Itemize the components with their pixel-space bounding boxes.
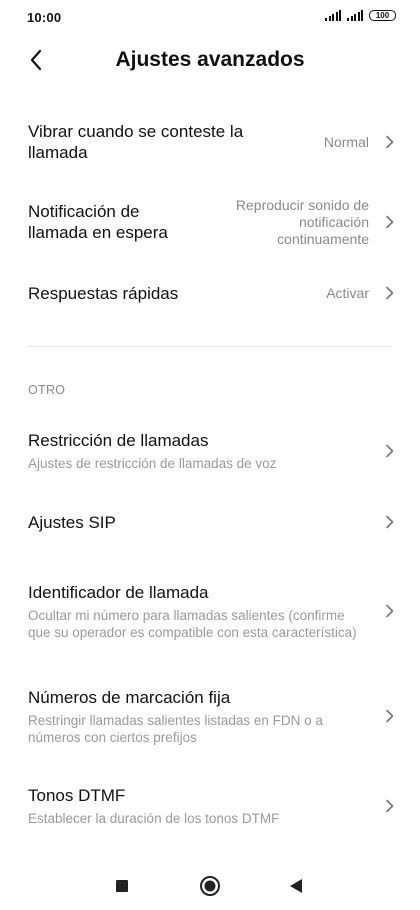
back-nav-button[interactable]	[284, 874, 308, 898]
setting-sip[interactable]: Ajustes SIP	[0, 510, 420, 534]
setting-text: Restricción de llamadas Ajustes de restr…	[28, 430, 368, 472]
setting-call-waiting-notification[interactable]: Notificación de llamada en espera Reprod…	[0, 192, 420, 252]
header: Ajustes avanzados	[0, 40, 420, 80]
section-label-other: OTRO	[28, 383, 66, 397]
setting-text: Tonos DTMF Establecer la duración de los…	[28, 785, 363, 827]
setting-subtitle: Restringir llamadas salientes listadas e…	[28, 712, 323, 745]
chevron-right-icon	[383, 514, 395, 530]
setting-title: Notificación de llamada en espera	[28, 202, 168, 242]
navigation-bar	[0, 860, 420, 910]
recents-square-icon	[116, 880, 128, 892]
signal-icon	[325, 10, 341, 21]
setting-text: Números de marcación fija Restringir lla…	[28, 687, 363, 746]
signal-icon	[347, 10, 363, 21]
setting-title: Restricción de llamadas	[28, 431, 209, 450]
setting-dtmf-tones[interactable]: Tonos DTMF Establecer la duración de los…	[0, 784, 420, 828]
setting-title: Ajustes SIP	[28, 512, 116, 532]
setting-call-barring[interactable]: Restricción de llamadas Ajustes de restr…	[0, 428, 420, 474]
setting-subtitle: Ajustes de restricción de llamadas de vo…	[28, 456, 277, 471]
setting-title: Vibrar cuando se conteste la llamada	[28, 122, 244, 162]
chevron-right-icon	[383, 708, 395, 724]
setting-value: Reproducir sonido de notificación contin…	[235, 196, 369, 247]
chevron-right-icon	[383, 443, 395, 459]
setting-text: Respuestas rápidas	[28, 283, 178, 304]
setting-subtitle: Ocultar mi número para llamadas saliente…	[28, 607, 357, 640]
setting-caller-id[interactable]: Identificador de llamada Ocultar mi núme…	[0, 572, 420, 650]
home-button[interactable]	[198, 874, 222, 898]
setting-subtitle: Establecer la duración de los tonos DTMF	[28, 811, 280, 826]
setting-text: Ajustes SIP	[28, 512, 116, 533]
battery-icon: 100	[369, 10, 396, 21]
page-title: Ajustes avanzados	[115, 48, 305, 71]
recents-button[interactable]	[110, 874, 134, 898]
setting-title: Números de marcación fija	[28, 687, 231, 707]
setting-title: Identificador de llamada	[28, 582, 209, 602]
setting-fixed-dialing-numbers[interactable]: Números de marcación fija Restringir lla…	[0, 686, 420, 746]
battery-level: 100	[375, 10, 390, 20]
status-time: 10:00	[27, 10, 62, 25]
setting-text: Vibrar cuando se conteste la llamada	[28, 121, 268, 163]
status-icons: 100	[325, 10, 396, 21]
setting-title: Respuestas rápidas	[28, 283, 179, 303]
chevron-right-icon	[383, 214, 395, 230]
setting-text: Identificador de llamada Ocultar mi núme…	[28, 582, 363, 641]
setting-vibrate-on-answer[interactable]: Vibrar cuando se conteste la llamada Nor…	[0, 112, 420, 172]
status-bar: 10:00 100	[0, 0, 420, 36]
chevron-right-icon	[383, 798, 395, 814]
chevron-right-icon	[383, 134, 395, 150]
setting-value: Normal	[323, 133, 369, 150]
chevron-right-icon	[383, 603, 395, 619]
setting-quick-responses[interactable]: Respuestas rápidas Activar	[0, 274, 420, 312]
section-divider	[28, 346, 392, 347]
back-triangle-icon	[290, 879, 302, 893]
setting-text: Notificación de llamada en espera	[28, 201, 188, 243]
setting-value: Activar	[326, 284, 369, 301]
setting-title: Tonos DTMF	[28, 786, 126, 805]
chevron-right-icon	[383, 285, 395, 301]
home-circle-icon	[200, 876, 220, 896]
